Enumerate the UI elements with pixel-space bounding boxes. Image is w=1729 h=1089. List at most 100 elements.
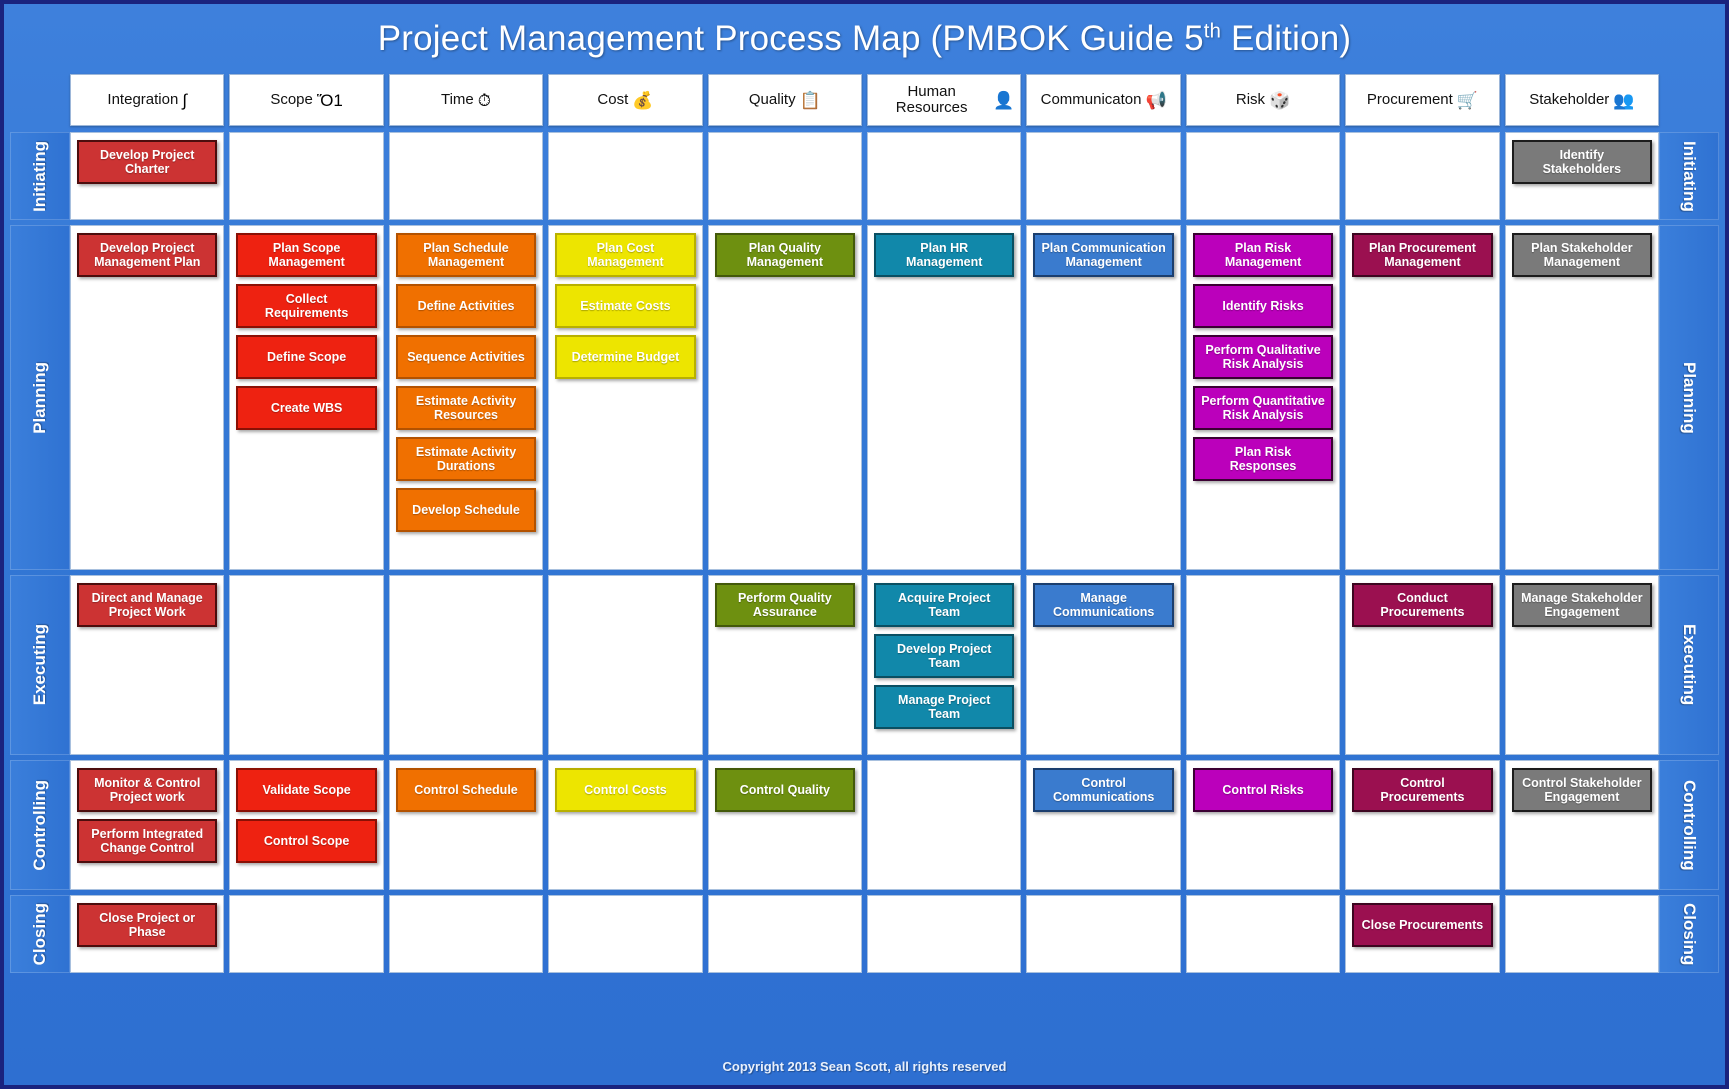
- matrix-center: Integration ∫ Scope Ὅ1 Time ⏱ Cost 💰 Quality 📋 Hum…: [70, 74, 1660, 1047]
- matrix-cell: [229, 895, 384, 973]
- matrix-cell: [388, 895, 544, 973]
- matrix-cell: Plan Stakeholder Management: [1504, 225, 1660, 570]
- phase-rail-right: Initiating Planning Executing Controlling Cl…: [1659, 132, 1719, 1047]
- phase-rows: Develop Project Charter Identify Stakehol…: [70, 132, 1660, 1047]
- process-box[interactable]: Estimate Activity Durations: [395, 437, 537, 481]
- matrix-cell: [867, 760, 1022, 890]
- knowledge-area-header-communicaton[interactable]: Communicaton 📢: [1026, 74, 1181, 126]
- knowledge-area-label: Stakeholder: [1529, 91, 1610, 109]
- phase-label-initiating: Initiating: [10, 132, 70, 220]
- matrix-cell: [1185, 132, 1341, 220]
- knowledge-area-header-human-resources[interactable]: Human Resources 👤: [867, 74, 1022, 126]
- phase-label-initiating: Initiating: [1659, 132, 1719, 220]
- process-box[interactable]: Identify Stakeholders: [1511, 140, 1653, 184]
- matrix-cell: [1504, 895, 1660, 973]
- matrix-cell: [1185, 895, 1341, 973]
- knowledge-area-header-scope[interactable]: Scope Ὅ1: [229, 74, 384, 126]
- process-box[interactable]: Sequence Activities: [395, 335, 537, 379]
- person-icon: 👤: [993, 90, 1015, 110]
- process-box[interactable]: Develop Schedule: [395, 488, 537, 532]
- process-box[interactable]: Direct and Manage Project Work: [77, 583, 218, 627]
- process-box[interactable]: Close Project or Phase: [77, 903, 218, 947]
- process-box[interactable]: Plan Procurement Management: [1352, 233, 1493, 277]
- process-box[interactable]: Close Procurements: [1352, 903, 1493, 947]
- process-box[interactable]: Estimate Costs: [555, 284, 696, 328]
- phase-rail-left: Initiating Planning Executing Controlling Cl…: [10, 132, 70, 1047]
- phase-label-text: Executing: [30, 624, 49, 706]
- process-box[interactable]: Plan Cost Management: [555, 233, 696, 277]
- process-box[interactable]: Create WBS: [236, 386, 377, 430]
- process-box[interactable]: Define Scope: [236, 335, 377, 379]
- process-box[interactable]: Validate Scope: [236, 768, 377, 812]
- process-box[interactable]: Plan Risk Management: [1192, 233, 1334, 277]
- phase-label-controlling: Controlling: [10, 760, 70, 890]
- process-box[interactable]: Monitor & Control Project work: [77, 768, 218, 812]
- process-box[interactable]: Plan Quality Management: [714, 233, 856, 277]
- knowledge-area-label: Procurement: [1366, 91, 1453, 109]
- grid-wrapper: Initiating Planning Executing Controlling Cl…: [4, 74, 1725, 1047]
- process-box[interactable]: Estimate Activity Resources: [395, 386, 537, 430]
- matrix-cell: [548, 575, 703, 755]
- process-box[interactable]: Control Procurements: [1352, 768, 1493, 812]
- process-box[interactable]: Control Scope: [236, 819, 377, 863]
- cart-icon: 🛒: [1456, 90, 1478, 110]
- copyright-text: Copyright 2013 Sean Scott, all rights re…: [722, 1058, 1007, 1074]
- knowledge-area-header-cost[interactable]: Cost 💰: [548, 74, 703, 126]
- process-box[interactable]: Manage Stakeholder Engagement: [1511, 583, 1653, 627]
- process-box[interactable]: Define Activities: [395, 284, 537, 328]
- phase-row-executing: Direct and Manage Project Work Perform Qu…: [70, 575, 1660, 755]
- phase-label-text: Initiating: [1680, 140, 1699, 212]
- process-box[interactable]: Perform Integrated Change Control: [77, 819, 218, 863]
- process-box[interactable]: Control Schedule: [395, 768, 537, 812]
- process-box[interactable]: Control Communications: [1033, 768, 1174, 812]
- process-box[interactable]: Perform Quality Assurance: [714, 583, 856, 627]
- matrix-cell: [229, 132, 384, 220]
- matrix-cell: Control Schedule: [388, 760, 544, 890]
- process-box[interactable]: Conduct Procurements: [1352, 583, 1493, 627]
- knowledge-area-header-risk[interactable]: Risk 🎲: [1185, 74, 1341, 126]
- phase-label-text: Controlling: [30, 779, 49, 871]
- matrix-cell: Control Costs: [548, 760, 703, 890]
- process-box[interactable]: Perform Qualitative Risk Analysis: [1192, 335, 1334, 379]
- process-box[interactable]: Acquire Project Team: [874, 583, 1015, 627]
- knowledge-area-header-stakeholder[interactable]: Stakeholder 👥: [1504, 74, 1660, 126]
- matrix-cell: Identify Stakeholders: [1504, 132, 1660, 220]
- matrix-cell: Manage Stakeholder Engagement: [1504, 575, 1660, 755]
- matrix-cell: Direct and Manage Project Work: [70, 575, 225, 755]
- process-box[interactable]: Plan Risk Responses: [1192, 437, 1334, 481]
- knowledge-area-header-procurement[interactable]: Procurement 🛒: [1345, 74, 1500, 126]
- process-box[interactable]: Develop Project Management Plan: [77, 233, 218, 277]
- process-box[interactable]: Identify Risks: [1192, 284, 1334, 328]
- process-box[interactable]: Plan Schedule Management: [395, 233, 537, 277]
- process-box[interactable]: Control Risks: [1192, 768, 1334, 812]
- matrix-cell: Conduct Procurements: [1345, 575, 1500, 755]
- process-box[interactable]: Develop Project Team: [874, 634, 1015, 678]
- clipboard-icon: 📋: [799, 90, 821, 110]
- knowledge-area-header-integration[interactable]: Integration ∫: [70, 74, 225, 126]
- process-box[interactable]: Perform Quantitative Risk Analysis: [1192, 386, 1334, 430]
- process-box[interactable]: Control Quality: [714, 768, 856, 812]
- document-list-icon: Ὅ1: [316, 90, 343, 110]
- matrix-cell: Plan Quality Management: [707, 225, 863, 570]
- process-box[interactable]: Determine Budget: [555, 335, 696, 379]
- process-box[interactable]: Plan Communication Management: [1033, 233, 1174, 277]
- process-box[interactable]: Collect Requirements: [236, 284, 377, 328]
- process-box[interactable]: Plan HR Management: [874, 233, 1015, 277]
- knowledge-area-header-time[interactable]: Time ⏱: [388, 74, 544, 126]
- process-box[interactable]: Manage Communications: [1033, 583, 1174, 627]
- process-box[interactable]: Manage Project Team: [874, 685, 1015, 729]
- matrix-cell: Close Procurements: [1345, 895, 1500, 973]
- knowledge-area-header-quality[interactable]: Quality 📋: [707, 74, 863, 126]
- matrix-cell: Plan Scope Management Collect Requirement…: [229, 225, 384, 570]
- process-box[interactable]: Develop Project Charter: [77, 140, 218, 184]
- process-box[interactable]: Plan Stakeholder Management: [1511, 233, 1653, 277]
- knowledge-area-label: Human Resources: [895, 83, 968, 116]
- page-title-main: Project Management Process Map (PMBOK Gu…: [377, 19, 1204, 58]
- process-box[interactable]: Control Stakeholder Engagement: [1511, 768, 1653, 812]
- phase-label-planning: Planning: [10, 225, 70, 570]
- process-box[interactable]: Plan Scope Management: [236, 233, 377, 277]
- process-box[interactable]: Control Costs: [555, 768, 696, 812]
- matrix-cell: [867, 132, 1022, 220]
- matrix-cell: Validate Scope Control Scope: [229, 760, 384, 890]
- phase-label-text: Closing: [30, 902, 49, 966]
